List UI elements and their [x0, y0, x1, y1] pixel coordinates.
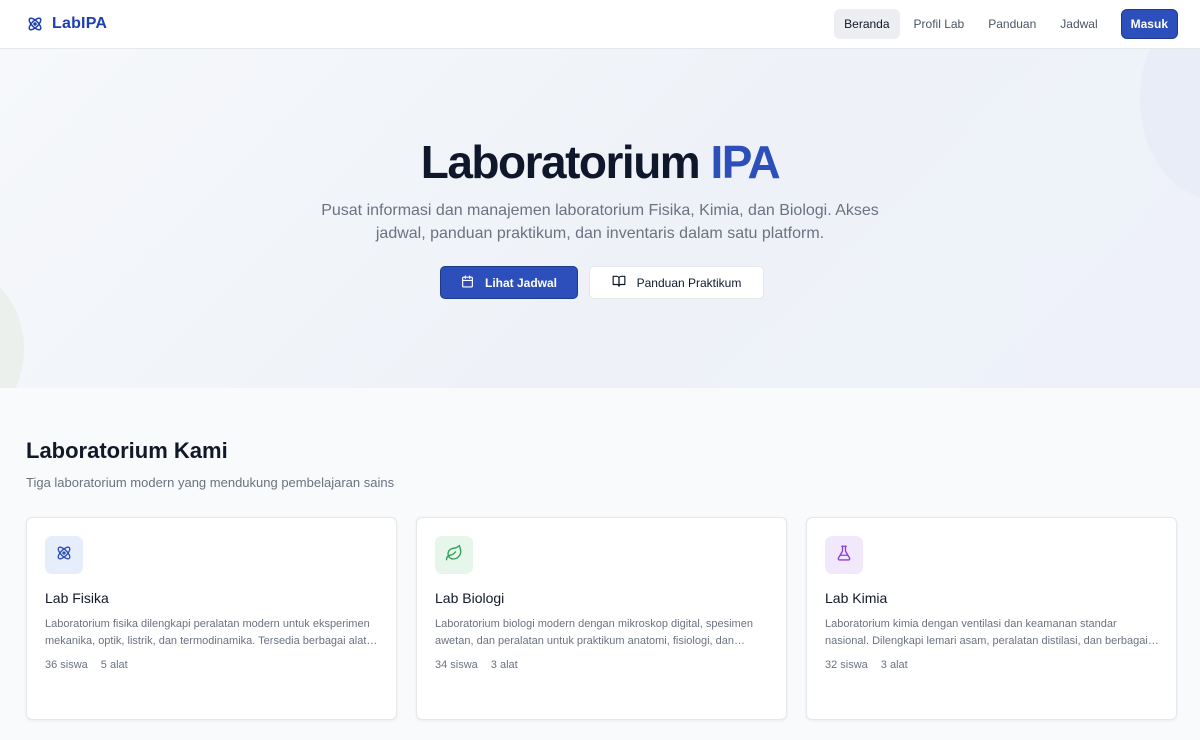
view-schedule-label: Lihat Jadwal: [484, 275, 558, 290]
hero-section: Laboratorium IPA Pusat informasi dan man…: [0, 49, 1200, 388]
practicum-guide-label: Panduan Praktikum: [636, 275, 742, 290]
lab-card-tools: 3 alat: [490, 659, 518, 671]
calendar-icon: [461, 274, 474, 291]
atom-icon: [26, 15, 44, 33]
navbar: LabIPA Beranda Profil Lab Panduan Jadwal…: [0, 0, 1200, 49]
view-schedule-button[interactable]: Lihat Jadwal: [440, 266, 578, 299]
flask-icon: [835, 544, 853, 567]
decorative-blob: [0, 269, 24, 388]
lab-card-title: Lab Fisika: [45, 590, 109, 606]
lab-card-title: Lab Kimia: [825, 590, 888, 606]
brand-name: LabIPA: [52, 15, 108, 32]
hero-title: Laboratorium IPA: [0, 135, 1200, 189]
lab-card-meta: 32 siswa 3 alat: [825, 659, 908, 671]
nav-item-profil-lab[interactable]: Profil Lab: [904, 9, 975, 39]
lab-card-icon-wrap: [435, 536, 473, 574]
leaf-icon: [445, 544, 463, 567]
nav-item-beranda[interactable]: Beranda: [834, 9, 900, 39]
main-nav: Beranda Profil Lab Panduan Jadwal Masuk: [834, 9, 1178, 39]
lab-card-students: 32 siswa: [825, 659, 868, 671]
lab-card-description: Laboratorium fisika dilengkapi peralatan…: [45, 618, 370, 647]
hero-title-main: Laboratorium: [420, 136, 701, 188]
nav-item-panduan[interactable]: Panduan: [978, 9, 1046, 39]
brand-logo[interactable]: LabIPA: [26, 15, 107, 33]
lab-card-biologi[interactable]: Lab Biologi Laboratorium biologi modern …: [416, 517, 787, 720]
section-title: Laboratorium Kami: [26, 438, 228, 463]
lab-card-students: 36 siswa: [45, 659, 88, 671]
section-subtitle: Tiga laboratorium modern yang mendukung …: [26, 475, 395, 490]
lab-card-tools: 3 alat: [880, 659, 908, 671]
lab-card-description: Laboratorium biologi modern dengan mikro…: [435, 618, 753, 647]
hero-title-accent: IPA: [710, 136, 780, 188]
atom-icon: [55, 544, 73, 567]
book-open-icon: [612, 274, 626, 291]
practicum-guide-button[interactable]: Panduan Praktikum: [589, 266, 764, 299]
lab-card-meta: 34 siswa 3 alat: [435, 659, 518, 671]
nav-item-jadwal[interactable]: Jadwal: [1050, 9, 1107, 39]
lab-card-fisika[interactable]: Lab Fisika Laboratorium fisika dilengkap…: [26, 517, 397, 720]
lab-card-students: 34 siswa: [435, 659, 478, 671]
lab-card-meta: 36 siswa 5 alat: [45, 659, 128, 671]
lab-card-tools: 5 alat: [100, 659, 128, 671]
lab-card-title: Lab Biologi: [435, 590, 505, 606]
lab-card-icon-wrap: [825, 536, 863, 574]
lab-card-icon-wrap: [45, 536, 83, 574]
lab-card-kimia[interactable]: Lab Kimia Laboratorium kimia dengan vent…: [806, 517, 1177, 720]
login-button[interactable]: Masuk: [1120, 9, 1178, 39]
lab-card-description: Laboratorium kimia dengan ventilasi dan …: [825, 618, 1148, 647]
hero-subtitle: Pusat informasi dan manajemen laboratori…: [321, 202, 879, 242]
